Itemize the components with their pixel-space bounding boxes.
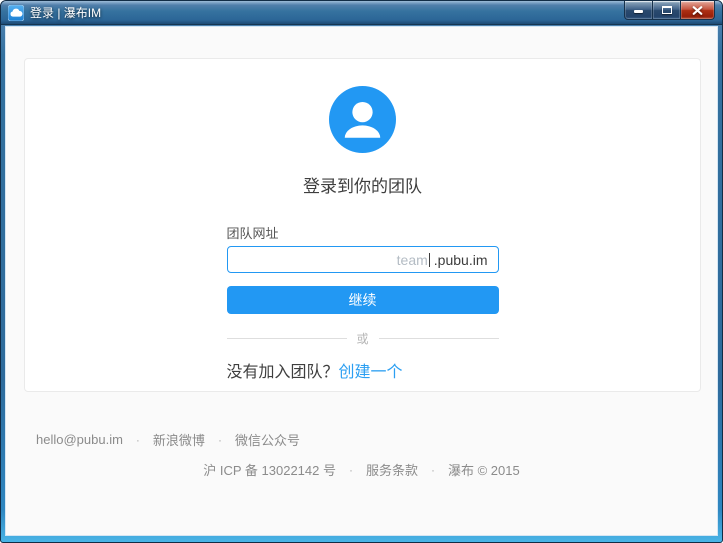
dot-separator: · [217,432,222,447]
copyright: 瀑布 © 2015 [448,463,520,478]
footer-legal-row: 沪 ICP 备 13022142 号 · 服务条款 · 瀑布 © 2015 [5,460,718,479]
team-url-input[interactable]: team .pubu.im [226,246,499,273]
dot-separator: · [431,462,435,477]
caption-buttons [624,1,715,20]
dot-separator: · [348,462,353,477]
divider-text: 或 [356,332,369,346]
footer-contact-row: hello@pubu.im · 新浪微博 · 微信公众号 [36,430,300,449]
icp-number: 沪 ICP 备 13022142 号 [203,463,336,478]
wechat-link[interactable]: 微信公众号 [235,430,300,449]
maximize-button[interactable] [653,1,681,20]
window-title: 登录 | 瀑布IM [30,6,102,20]
titlebar[interactable]: 登录 | 瀑布IM [1,1,722,25]
app-window: 登录 | 瀑布IM 登录到你的团队 团队网址 team .pubu.im 继续 … [0,0,723,543]
login-form: 团队网址 team .pubu.im 继续 或 没有加入团队？创建一个 [226,197,499,382]
or-divider: 或 [226,331,499,346]
signup-prompt: 没有加入团队？ [226,364,339,381]
text-cursor [428,252,430,267]
minimize-icon [634,9,643,13]
window-content: 登录到你的团队 团队网址 team .pubu.im 继续 或 没有加入团队？创… [5,26,718,536]
divider-line [226,338,347,339]
continue-button[interactable]: 继续 [226,286,499,314]
login-card: 登录到你的团队 团队网址 team .pubu.im 继续 或 没有加入团队？创… [24,58,701,392]
team-url-placeholder: team [396,251,428,268]
weibo-link[interactable]: 新浪微博 [153,430,205,449]
user-avatar-icon [329,86,396,153]
create-team-link[interactable]: 创建一个 [339,364,403,381]
close-button[interactable] [681,1,715,20]
domain-suffix: .pubu.im [433,251,488,268]
close-icon [692,5,703,15]
minimize-button[interactable] [624,1,653,20]
contact-email-link[interactable]: hello@pubu.im [36,432,123,447]
dot-separator: · [135,432,140,447]
divider-line [378,338,499,339]
team-url-label: 团队网址 [226,226,279,241]
signup-row: 没有加入团队？创建一个 [227,358,499,382]
app-cloud-icon [7,4,25,21]
page-title: 登录到你的团队 [303,177,422,196]
terms-link[interactable]: 服务条款 [366,460,418,479]
maximize-icon [661,6,672,14]
